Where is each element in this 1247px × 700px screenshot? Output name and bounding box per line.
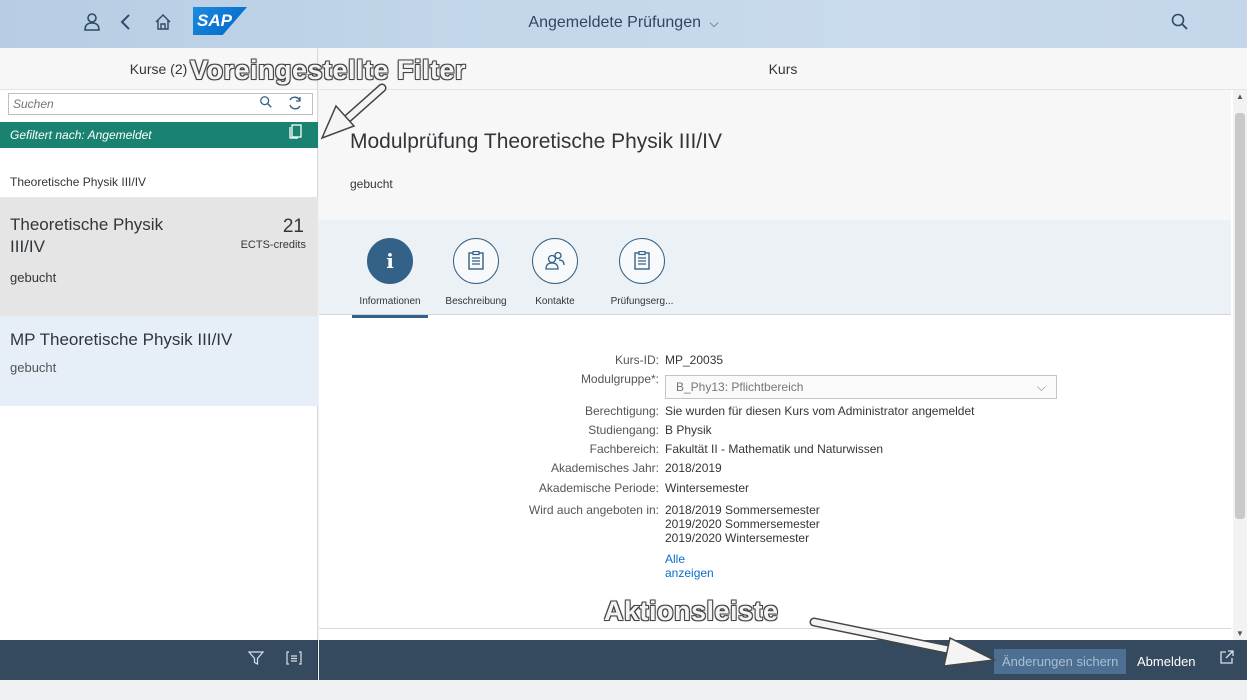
list-item-number: 21	[282, 216, 304, 237]
refresh-icon[interactable]	[287, 95, 303, 114]
chevron-down-icon: ⌵	[709, 16, 719, 30]
document-icon	[453, 238, 499, 284]
tab-selected-indicator	[352, 315, 428, 318]
filter-text: Gefiltert nach: Angemeldet	[10, 128, 152, 142]
annotation-arrow-actionbar	[809, 617, 997, 667]
angeboten-value: 2018/2019 Sommersemester	[665, 503, 820, 517]
status-strip	[0, 680, 1247, 700]
tab-label: Kontakte	[535, 296, 575, 307]
tab-beschreibung[interactable]: Beschreibung	[438, 238, 514, 307]
object-header: Modulprüfung Theoretische Physik III/IV …	[319, 90, 1231, 220]
akad-jahr-value: 2018/2019	[665, 461, 722, 475]
section-divider	[319, 628, 1231, 629]
logout-button[interactable]: Abmelden	[1137, 649, 1196, 674]
detail-pane: Kurs Modulprüfung Theoretische Physik II…	[319, 48, 1247, 640]
save-changes-button[interactable]: Änderungen sichern	[994, 649, 1127, 674]
tab-label: Informationen	[359, 296, 421, 307]
angeboten-label: Wird auch angeboten in:	[528, 503, 659, 517]
vertical-scrollbar[interactable]: ▲ ▼	[1233, 90, 1247, 640]
angeboten-value: 2019/2020 Wintersemester	[665, 531, 810, 545]
scroll-up-icon[interactable]: ▲	[1236, 92, 1244, 101]
filter-icon[interactable]	[247, 650, 265, 670]
tab-label: Prüfungserg...	[610, 296, 674, 307]
modulgruppe-select[interactable]: B_Phy13: Pflichtbereich ⌵	[665, 375, 1057, 399]
kurs-id-label: Kurs-ID:	[614, 353, 659, 367]
copy-icon[interactable]	[289, 122, 302, 148]
search-field[interactable]	[8, 93, 313, 115]
scrollbar-thumb[interactable]	[1235, 113, 1245, 519]
shell-bar: SAP Angemeldete Prüfungen ⌵	[0, 0, 1247, 48]
show-all-link[interactable]: anzeigen	[665, 566, 714, 580]
action-footer: Änderungen sichern Abmelden	[319, 640, 1247, 680]
scroll-down-icon[interactable]: ▼	[1236, 629, 1244, 638]
share-icon[interactable]	[1219, 649, 1235, 669]
app-title-menu[interactable]: Angemeldete Prüfungen ⌵	[0, 14, 1247, 32]
list-item-status: gebucht	[10, 270, 57, 285]
master-pane: Kurse (2) Gefiltert nach: Angemeldet The…	[0, 48, 318, 640]
tab-label: Beschreibung	[445, 296, 507, 307]
annotation-actionbar-label: Aktionsleiste	[604, 596, 779, 626]
contacts-icon	[532, 238, 578, 284]
object-status: gebucht	[350, 177, 393, 191]
search-input[interactable]	[9, 94, 249, 114]
object-title: Modulprüfung Theoretische Physik III/IV	[350, 130, 722, 153]
tab-pruefungsergebnisse[interactable]: Prüfungserg...	[604, 238, 680, 307]
berechtigung-label: Berechtigung:	[584, 404, 659, 418]
akad-periode-label: Akademische Periode:	[538, 481, 659, 495]
list-item-unit: ECTS-credits	[240, 239, 306, 251]
angeboten-value: 2019/2020 Sommersemester	[665, 517, 820, 531]
fachbereich-label: Fachbereich:	[589, 442, 659, 456]
list-item-title: MP Theoretische Physik III/IV	[10, 330, 233, 349]
annotation-arrow-filter	[320, 83, 387, 140]
akad-periode-value: Wintersemester	[665, 481, 750, 495]
tab-informationen[interactable]: i Informationen	[352, 238, 428, 318]
fachbereich-value: Fakultät II - Mathematik und Naturwissen	[665, 442, 884, 456]
modulgruppe-label: Modulgruppe*:	[580, 372, 659, 386]
show-all-link[interactable]: Alle	[665, 552, 685, 566]
info-icon: i	[367, 238, 413, 284]
list-item-title: Theoretische Physik III/IV	[10, 215, 164, 256]
tab-kontakte[interactable]: Kontakte	[525, 238, 585, 307]
akad-jahr-label: Akademisches Jahr:	[550, 461, 659, 475]
list-item[interactable]: MP Theoretische Physik III/IV gebucht	[0, 316, 318, 406]
clipboard-icon	[619, 238, 665, 284]
filter-info-bar[interactable]: Gefiltert nach: Angemeldet	[0, 122, 318, 148]
studiengang-value: B Physik	[665, 423, 712, 437]
modulgruppe-value: B_Phy13: Pflichtbereich	[676, 380, 804, 394]
chevron-down-icon[interactable]: ⌵	[1037, 376, 1046, 398]
master-footer	[0, 640, 318, 680]
app-title: Angemeldete Prüfungen	[528, 14, 701, 31]
list-item[interactable]: Theoretische Physik III/IV 21 ECTS-credi…	[0, 198, 318, 316]
search-icon[interactable]	[259, 95, 273, 112]
berechtigung-value: Sie wurden für diesen Kurs vom Administr…	[665, 404, 975, 418]
list-item-status: gebucht	[10, 360, 57, 375]
group-header: Theoretische Physik III/IV	[0, 148, 318, 198]
studiengang-label: Studiengang:	[588, 423, 659, 437]
kurs-id-value: MP_20035	[665, 353, 724, 367]
group-icon[interactable]	[286, 650, 302, 670]
search-icon[interactable]	[1168, 12, 1192, 36]
icon-tab-bar: i Informationen Beschreibung Kontakte Pr…	[319, 220, 1231, 318]
